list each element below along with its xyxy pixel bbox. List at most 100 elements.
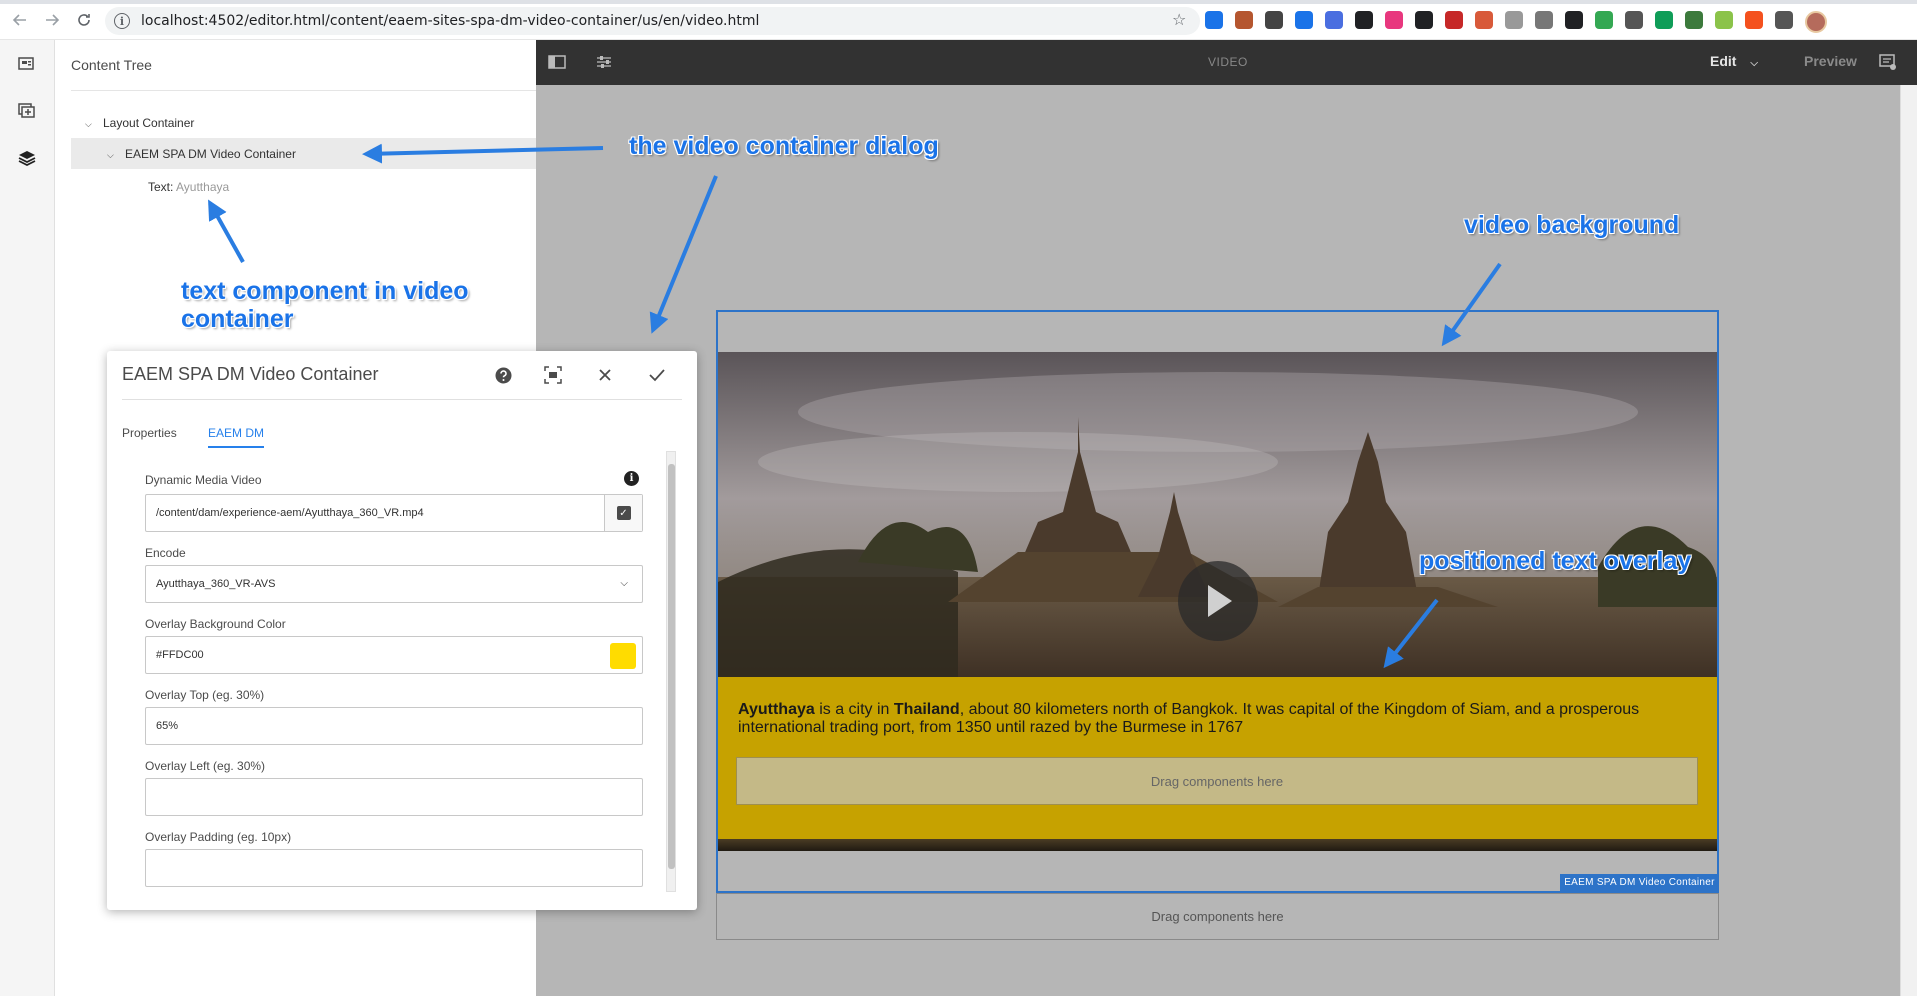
mode-label: Edit: [1710, 53, 1737, 69]
annotation-text-component-1: text component in video: [181, 277, 469, 305]
tree-item-layout-container[interactable]: ⌵ Layout Container: [85, 116, 194, 130]
annotation-text-overlay: positioned text overlay: [1419, 547, 1692, 575]
overlay-text: Ayutthaya is a city in Thailand, about 8…: [738, 701, 1688, 737]
positioned-text-overlay[interactable]: Ayutthaya is a city in Thailand, about 8…: [718, 677, 1717, 839]
browser-toolbar: i localhost:4502/editor.html/content/eae…: [0, 0, 1917, 40]
extension-icon[interactable]: [1505, 11, 1523, 29]
tree-item-text[interactable]: Text: Ayutthaya: [148, 180, 229, 194]
extensions-bar: [1205, 11, 1827, 33]
drag-components-placeholder-outer[interactable]: Drag components here: [716, 893, 1719, 940]
dialog-title: EAEM SPA DM Video Container: [122, 364, 379, 384]
browse-button[interactable]: ✓: [604, 495, 642, 531]
overlay-text-part: is a city in: [814, 701, 894, 718]
chevron-down-icon: ⌵: [620, 578, 628, 589]
extension-icon[interactable]: [1745, 11, 1763, 29]
editor-toolbar: VIDEO Edit ⌵ Preview: [536, 40, 1917, 85]
extension-icon[interactable]: [1565, 11, 1583, 29]
encode-value: Ayutthaya_360_VR-AVS: [156, 578, 276, 590]
extension-icon[interactable]: [1445, 11, 1463, 29]
extension-icon[interactable]: [1205, 11, 1223, 29]
field-label-padding: Overlay Padding (eg. 10px): [145, 830, 292, 844]
site-info-icon[interactable]: i: [114, 13, 130, 29]
extension-icon[interactable]: [1355, 11, 1373, 29]
drag-components-placeholder[interactable]: Drag components here: [736, 757, 1698, 805]
chevron-down-icon: ⌵: [1750, 58, 1758, 69]
scrollbar-thumb[interactable]: [668, 464, 675, 869]
side-rail: [0, 40, 55, 996]
info-icon[interactable]: i: [624, 471, 639, 486]
page-title: VIDEO: [1208, 55, 1248, 69]
layers-icon[interactable]: [18, 150, 36, 167]
address-bar[interactable]: i localhost:4502/editor.html/content/eae…: [105, 7, 1200, 35]
extension-icon[interactable]: [1325, 11, 1343, 29]
divider: [122, 399, 682, 400]
toggle-side-panel-icon[interactable]: [548, 54, 566, 70]
extension-icon[interactable]: [1685, 11, 1703, 29]
extension-icon[interactable]: [1475, 11, 1493, 29]
video-bottom-edge: [718, 839, 1717, 851]
tab-properties[interactable]: Properties: [122, 426, 177, 440]
tree-item-video-container[interactable]: ⌵ EAEM SPA DM Video Container: [71, 138, 536, 169]
extension-icon[interactable]: [1655, 11, 1673, 29]
assets-icon[interactable]: [18, 103, 36, 119]
video-background[interactable]: [718, 352, 1717, 678]
browser-tab-strip: [0, 0, 1917, 4]
annotation-text-component-2: container: [181, 305, 294, 333]
field-label-video: Dynamic Media Video: [145, 473, 262, 487]
tree-item-sublabel: Ayutthaya: [176, 180, 230, 194]
extension-icon[interactable]: [1235, 11, 1253, 29]
fullscreen-icon[interactable]: [543, 365, 563, 385]
tree-item-label: Text:: [148, 180, 174, 194]
field-label-bg-color: Overlay Background Color: [145, 617, 286, 631]
field-label-top: Overlay Top (eg. 30%): [145, 688, 265, 702]
tree-item-label: EAEM SPA DM Video Container: [125, 147, 296, 161]
color-swatch[interactable]: [610, 643, 636, 669]
video-path-field[interactable]: /content/dam/experience-aem/Ayutthaya_36…: [145, 494, 643, 532]
page-properties-icon[interactable]: [595, 54, 613, 70]
extension-icon[interactable]: [1385, 11, 1403, 29]
overlay-padding-field[interactable]: [145, 849, 643, 887]
extension-icon[interactable]: [1415, 11, 1433, 29]
page-info-icon[interactable]: [18, 56, 36, 72]
overlay-bold-city: Ayutthaya: [738, 701, 815, 718]
bg-color-field[interactable]: #FFDC00: [145, 636, 643, 674]
extension-icon[interactable]: [1625, 11, 1643, 29]
reload-icon[interactable]: [72, 8, 96, 32]
extension-icon[interactable]: [1595, 11, 1613, 29]
annotations-icon[interactable]: [1879, 54, 1897, 70]
overlay-top-value: 65%: [156, 720, 179, 732]
url-text: localhost:4502/editor.html/content/eaem-…: [141, 13, 760, 29]
field-label-encode: Encode: [145, 546, 186, 560]
bg-color-value: #FFDC00: [156, 649, 204, 661]
close-icon[interactable]: [595, 365, 615, 385]
profile-avatar[interactable]: [1805, 11, 1827, 33]
overlay-bold-country: Thailand: [893, 701, 960, 718]
video-path-value: /content/dam/experience-aem/Ayutthaya_36…: [156, 507, 424, 519]
overlay-top-field[interactable]: 65%: [145, 707, 643, 745]
overlay-left-field[interactable]: [145, 778, 643, 816]
forward-icon[interactable]: [40, 8, 64, 32]
editor-scrollbar[interactable]: [1900, 85, 1917, 996]
chevron-down-icon[interactable]: ⌵: [85, 119, 95, 130]
extension-icon[interactable]: [1535, 11, 1553, 29]
encode-select[interactable]: Ayutthaya_360_VR-AVS ⌵: [145, 565, 643, 603]
video-container-dialog: EAEM SPA DM Video Container Properties E…: [107, 351, 697, 910]
divider: [71, 90, 536, 91]
dialog-scrollbar[interactable]: [666, 451, 676, 892]
done-checkmark-icon[interactable]: [647, 365, 667, 385]
checkbox-icon: ✓: [616, 506, 631, 520]
field-label-left: Overlay Left (eg. 30%): [145, 759, 266, 773]
extension-icon[interactable]: [1715, 11, 1733, 29]
help-icon[interactable]: [493, 365, 513, 385]
annotation-dialog: the video container dialog: [629, 132, 939, 160]
preview-button[interactable]: Preview: [1804, 53, 1857, 69]
bookmark-star-icon[interactable]: ☆: [1172, 10, 1186, 30]
mode-edit-button[interactable]: Edit ⌵: [1710, 53, 1758, 69]
extension-icon[interactable]: [1775, 11, 1793, 29]
extension-icon[interactable]: [1265, 11, 1283, 29]
back-icon[interactable]: [8, 8, 32, 32]
tab-eaem-dm[interactable]: EAEM DM: [208, 426, 265, 448]
component-label[interactable]: EAEM SPA DM Video Container: [1560, 874, 1719, 891]
extension-icon[interactable]: [1295, 11, 1313, 29]
chevron-down-icon[interactable]: ⌵: [107, 150, 117, 161]
